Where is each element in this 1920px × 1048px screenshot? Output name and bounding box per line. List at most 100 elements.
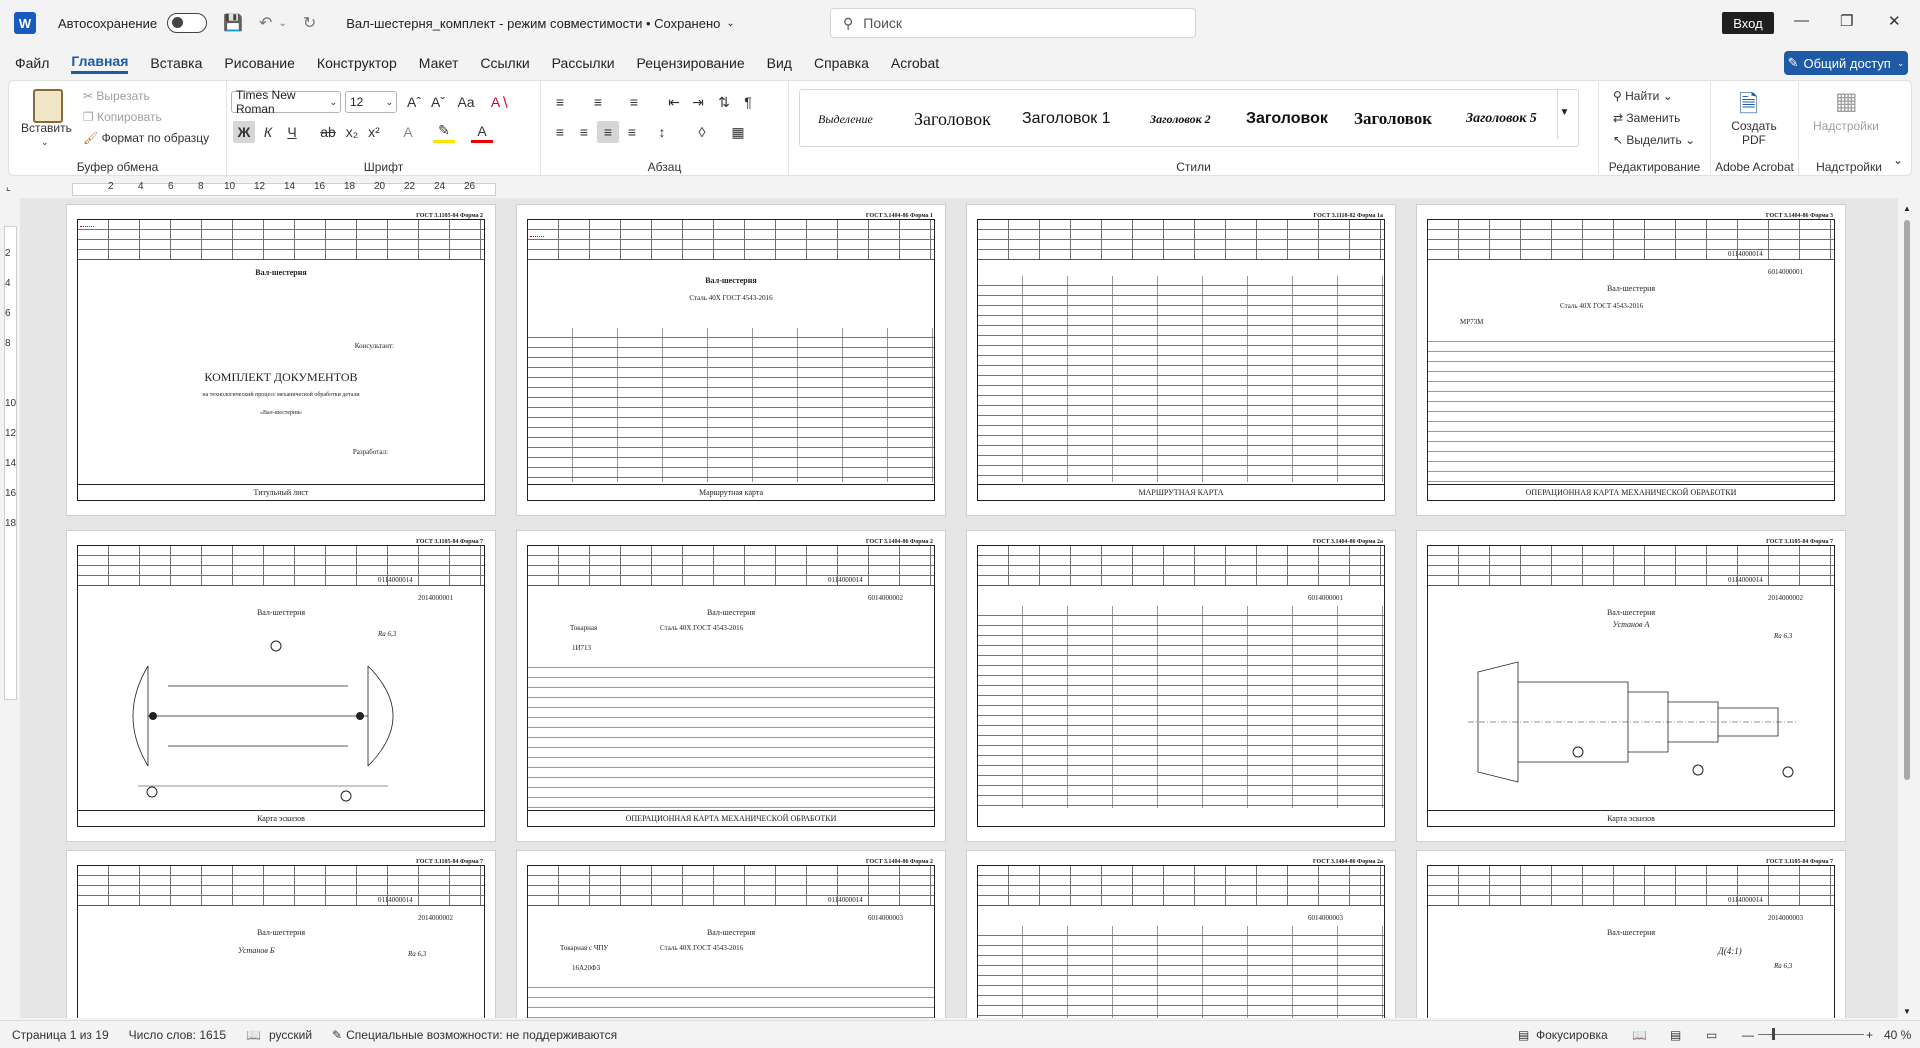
horizontal-ruler[interactable]: ⌞ 2 4 6 8 10 12 14 16 18 20 22 24 26	[0, 180, 1920, 198]
page-route-card-1[interactable]: ГОСТ 3.1404-86 Форма 1 Вал-шестерня Стал…	[516, 204, 946, 516]
tab-design[interactable]: Конструктор	[317, 55, 397, 71]
tab-review[interactable]: Рецензирование	[637, 55, 745, 71]
page-operation-card-3[interactable]: ГОСТ 3.1404-86 Форма 2 0114000014 601400…	[516, 850, 946, 1018]
align-center-icon[interactable]: ≡	[573, 121, 595, 143]
line-spacing-icon[interactable]: ↕	[651, 121, 673, 143]
tab-help[interactable]: Справка	[814, 55, 869, 71]
addins-icon[interactable]: ▦	[1835, 87, 1858, 116]
page-sketch-card-4[interactable]: ГОСТ 3.1105-84 Форма 7 0114000014 201400…	[1416, 850, 1846, 1018]
page-route-card-2[interactable]: ГОСТ 3.1118-82 Форма 1а МАРШРУТНАЯ КАРТА	[966, 204, 1396, 516]
addins-button[interactable]: Надстройки	[1813, 119, 1879, 133]
subscript-icon[interactable]: x₂	[341, 121, 363, 143]
style-heading-2[interactable]: Заголовок 2	[1150, 104, 1211, 134]
style-heading-3[interactable]: Заголовок 3	[1246, 104, 1332, 134]
undo-dropdown-icon[interactable]: ⌄	[278, 18, 286, 29]
font-name-select[interactable]: Times New Roman ⌄	[231, 88, 341, 116]
focus-mode-button[interactable]: Фокусировка	[1536, 1028, 1608, 1042]
focus-icon[interactable]: ▤	[1518, 1028, 1529, 1042]
sort-icon[interactable]: ⇅	[713, 91, 735, 113]
page-count[interactable]: Страница 1 из 19	[12, 1028, 109, 1042]
scroll-up-icon[interactable]: ▲	[1903, 204, 1911, 213]
font-color-icon[interactable]: A	[471, 121, 493, 143]
share-button[interactable]: ✎ Общий доступ ⌄	[1784, 51, 1908, 75]
align-right-icon[interactable]: ≡	[597, 121, 619, 143]
bold-button[interactable]: Ж	[233, 121, 255, 143]
page-operation-card-2[interactable]: ГОСТ 3.1404-86 Форма 2 0114000014 601400…	[516, 530, 946, 842]
accessibility-status[interactable]: Специальные возможности: не поддерживают…	[346, 1028, 617, 1042]
decrease-indent-icon[interactable]: ⇤	[663, 91, 685, 113]
minimize-icon[interactable]: —	[1794, 12, 1809, 29]
read-mode-icon[interactable]: 📖	[1632, 1028, 1647, 1042]
font-size-select[interactable]: 12 ⌄	[345, 91, 397, 113]
shrink-font-icon[interactable]: Aˇ	[427, 91, 449, 113]
page-operation-card-cont[interactable]: ГОСТ 3.1404-86 Форма 2а 6014000001	[966, 530, 1396, 842]
justify-icon[interactable]: ≡	[621, 121, 643, 143]
page-sketch-card-1[interactable]: ГОСТ 3.1105-84 Форма 7 0114000014 201400…	[66, 530, 496, 842]
zoom-level[interactable]: 40 %	[1884, 1028, 1911, 1042]
signin-button[interactable]: Вход	[1722, 12, 1774, 34]
style-emphasis[interactable]: Выделение	[818, 104, 873, 134]
page-operation-card-cont-2[interactable]: ГОСТ 3.1404-86 Форма 2а 6014000003	[966, 850, 1396, 1018]
style-heading-1[interactable]: Заголовок 1	[1022, 104, 1111, 134]
tab-acrobat[interactable]: Acrobat	[891, 55, 939, 71]
shading-icon[interactable]: ◊	[691, 121, 713, 143]
close-icon[interactable]: ✕	[1888, 12, 1901, 30]
page-sketch-card-3[interactable]: ГОСТ 3.1105-84 Форма 7 0114000014 201400…	[66, 850, 496, 1018]
clear-formatting-icon[interactable]: A∖	[489, 91, 511, 113]
tab-file[interactable]: Файл	[15, 55, 49, 71]
find-button[interactable]: ⚲ Найти ⌄	[1613, 89, 1673, 103]
tab-insert[interactable]: Вставка	[150, 55, 202, 71]
page-operation-card-1[interactable]: ГОСТ 3.1404-86 Форма 3 0114000014 601400…	[1416, 204, 1846, 516]
styles-more-icon[interactable]: ▼	[1557, 89, 1571, 139]
document-title[interactable]: Вал-шестерня_комплект - режим совместимо…	[346, 16, 720, 31]
document-canvas[interactable]: ГОСТ 3.1105-84 Форма 2 Вал-шестерня Конс…	[20, 198, 1898, 1018]
redo-icon[interactable]: ↻	[303, 13, 316, 33]
numbering-icon[interactable]: ≡	[587, 91, 609, 113]
scrollbar-thumb[interactable]	[1904, 220, 1910, 780]
change-case-icon[interactable]: Aa	[455, 91, 477, 113]
zoom-slider-thumb[interactable]	[1772, 1028, 1775, 1040]
italic-button[interactable]: К	[257, 121, 279, 143]
increase-indent-icon[interactable]: ⇥	[687, 91, 709, 113]
zoom-in-icon[interactable]: +	[1866, 1028, 1873, 1042]
borders-icon[interactable]: ▦	[727, 121, 749, 143]
tab-layout[interactable]: Макет	[419, 55, 459, 71]
paste-chevron-icon[interactable]: ⌄	[41, 137, 49, 148]
replace-button[interactable]: ⇄ Заменить	[1613, 111, 1680, 125]
autosave-toggle[interactable]	[167, 13, 208, 33]
underline-button[interactable]: Ч	[281, 121, 303, 143]
style-heading[interactable]: Заголовок	[1354, 104, 1432, 134]
bullets-icon[interactable]: ≡	[549, 91, 571, 113]
tab-draw[interactable]: Рисование	[224, 55, 295, 71]
format-painter-button[interactable]: 🖌 Формат по образцу	[83, 131, 209, 145]
title-chevron-down-icon[interactable]: ⌄	[726, 18, 734, 29]
vertical-scrollbar[interactable]: ▲ ▼	[1902, 204, 1912, 1016]
create-pdf-button[interactable]: Создать PDF	[1723, 119, 1785, 147]
align-left-icon[interactable]: ≡	[549, 121, 571, 143]
highlight-icon[interactable]: ✎	[433, 121, 455, 143]
tab-mailings[interactable]: Рассылки	[552, 55, 615, 71]
page-title-sheet[interactable]: ГОСТ 3.1105-84 Форма 2 Вал-шестерня Конс…	[66, 204, 496, 516]
select-button[interactable]: ↖ Выделить ⌄	[1613, 133, 1695, 147]
tab-home[interactable]: Главная	[71, 53, 129, 74]
restore-icon[interactable]: ❐	[1840, 12, 1853, 30]
style-title[interactable]: Заголовок	[914, 104, 1014, 134]
copy-button[interactable]: ❐ Копировать	[83, 110, 162, 124]
page-sketch-card-2[interactable]: ГОСТ 3.1105-84 Форма 7 0114000014 201400…	[1416, 530, 1846, 842]
tab-stop-icon[interactable]: ⌞	[6, 182, 11, 193]
strikethrough-icon[interactable]: ab	[317, 121, 339, 143]
accessibility-icon[interactable]: ✎	[332, 1028, 342, 1042]
tab-view[interactable]: Вид	[767, 55, 792, 71]
multilevel-list-icon[interactable]: ≡	[623, 91, 645, 113]
grow-font-icon[interactable]: Aˆ	[403, 91, 425, 113]
vertical-ruler[interactable]: 2 4 6 8 10 12 14 16 18	[0, 200, 20, 1020]
text-effects-icon[interactable]: A	[397, 121, 419, 143]
print-layout-icon[interactable]: ▤	[1670, 1028, 1681, 1042]
proofing-icon[interactable]: 📖	[246, 1028, 261, 1042]
collapse-ribbon-icon[interactable]: ⌄	[1893, 153, 1903, 167]
save-icon[interactable]: 💾	[223, 13, 243, 33]
zoom-out-icon[interactable]: —	[1742, 1028, 1754, 1042]
undo-icon[interactable]: ↶	[259, 13, 272, 33]
web-layout-icon[interactable]: ▭	[1706, 1028, 1717, 1042]
tab-references[interactable]: Ссылки	[480, 55, 529, 71]
